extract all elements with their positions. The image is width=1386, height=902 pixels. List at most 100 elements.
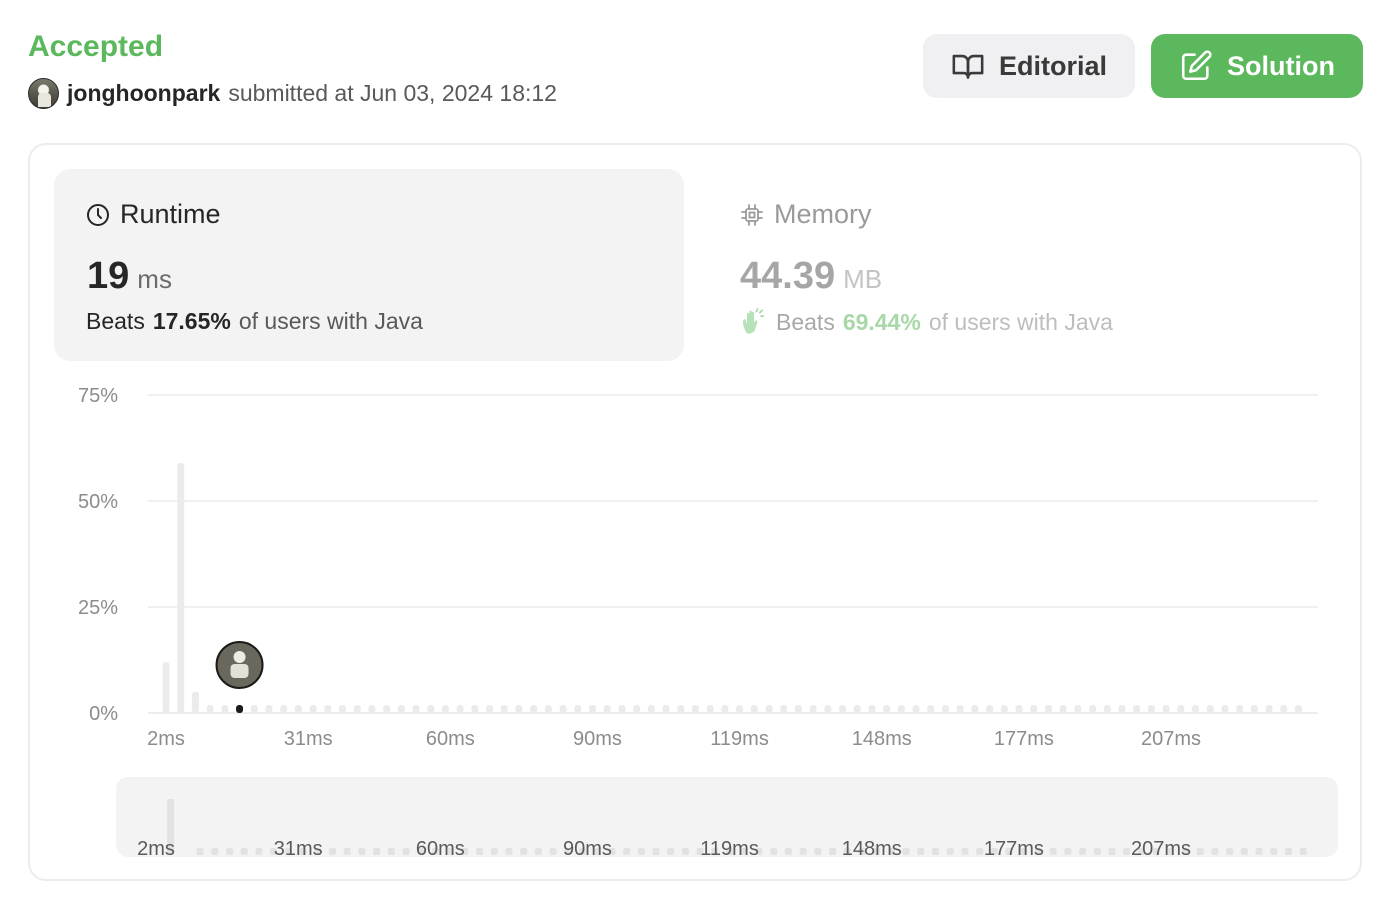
navigator-bar — [1211, 848, 1219, 855]
x-tick-label: 177ms — [994, 728, 1054, 750]
histogram-bar — [1206, 705, 1214, 713]
navigator-bar — [476, 848, 484, 855]
histogram-bar — [589, 705, 597, 713]
navigator-bar — [652, 848, 660, 855]
navigator-bar — [623, 848, 631, 855]
histogram-bar — [721, 705, 729, 713]
navigator-bar — [1093, 848, 1101, 855]
navigator-bar — [1108, 848, 1116, 855]
histogram-bar — [824, 705, 832, 713]
y-tick-label: 50% — [78, 491, 118, 513]
navigator-bar — [402, 848, 410, 855]
histogram-bar — [971, 705, 979, 713]
histogram-bar — [912, 705, 920, 713]
highlight-bar — [236, 705, 244, 713]
navigator-bar — [343, 848, 351, 855]
histogram-bar — [927, 705, 935, 713]
navigator-bar — [196, 848, 204, 855]
histogram-bar — [1044, 705, 1052, 713]
navigator-tick-label: 177ms — [984, 838, 1044, 860]
results-card: Runtime 19 ms Beats 17.65% of users with… — [28, 143, 1362, 881]
submitted-time: submitted at Jun 03, 2024 18:12 — [228, 80, 557, 106]
histogram-bar — [1250, 705, 1258, 713]
navigator-bar — [976, 848, 984, 855]
x-tick-label: 2ms — [147, 728, 185, 750]
histogram-bar — [1000, 705, 1008, 713]
histogram-bar — [1030, 705, 1038, 713]
histogram-bar — [618, 705, 626, 713]
navigator-bar — [255, 848, 263, 855]
histogram-bar — [780, 705, 788, 713]
histogram-bar — [1103, 705, 1111, 713]
histogram-bar — [412, 705, 420, 713]
histogram-bar — [515, 705, 523, 713]
histogram-bar — [839, 705, 847, 713]
navigator-bar — [784, 848, 792, 855]
navigator-bar — [1064, 848, 1072, 855]
solution-button[interactable]: Solution — [1151, 34, 1363, 98]
avatar[interactable] — [28, 78, 59, 109]
histogram-bar — [559, 705, 567, 713]
histogram-bar — [765, 705, 773, 713]
navigator-bar — [667, 848, 675, 855]
histogram-bar — [736, 705, 744, 713]
histogram-bar — [280, 705, 288, 713]
navigator-bar — [490, 848, 498, 855]
histogram-bar — [853, 705, 861, 713]
histogram-bar — [294, 705, 302, 713]
navigator-bar — [829, 848, 837, 855]
navigator-tick-label: 2ms — [137, 838, 175, 860]
histogram-bar — [1236, 705, 1244, 713]
histogram-bar — [941, 705, 949, 713]
editorial-label: Editorial — [998, 50, 1107, 81]
histogram-bar — [677, 705, 685, 713]
navigator-bar — [1240, 848, 1248, 855]
navigator-bar — [814, 848, 822, 855]
histogram-bar — [324, 705, 332, 713]
histogram-bar — [500, 705, 508, 713]
histogram-bar — [1192, 705, 1200, 713]
histogram-bar — [1089, 705, 1097, 713]
histogram-bar — [986, 705, 994, 713]
navigator-bar — [1049, 848, 1057, 855]
runtime-distribution-chart[interactable]: 75% 50% 25% 0% 2ms 31ms 60ms 90ms 119ms 148ms 177m… — [30, 145, 1360, 879]
histogram-bar — [1133, 705, 1141, 713]
editorial-button[interactable]: Editorial — [923, 34, 1135, 98]
histogram-bar — [633, 705, 641, 713]
histogram-bar — [603, 705, 611, 713]
navigator-bar — [946, 848, 954, 855]
x-tick-label: 31ms — [284, 728, 333, 750]
histogram-bar — [1177, 705, 1185, 713]
histogram-bar — [1059, 705, 1067, 713]
histogram-bar — [809, 705, 817, 713]
histogram-bar — [574, 705, 582, 713]
navigator-bar — [1270, 848, 1278, 855]
navigator-bar — [637, 848, 645, 855]
histogram-bar — [162, 662, 170, 713]
navigator-bar — [549, 848, 557, 855]
navigator-tick-label: 148ms — [842, 838, 902, 860]
edit-icon — [1181, 50, 1212, 81]
navigator-tick-label: 119ms — [700, 838, 759, 860]
x-tick-label: 119ms — [710, 728, 769, 750]
navigator-bar — [226, 848, 234, 855]
navigator-bar — [1226, 848, 1234, 855]
navigator-bar — [534, 848, 542, 855]
navigator-bar — [961, 848, 969, 855]
histogram-bar — [486, 705, 494, 713]
navigator-tick-label: 60ms — [416, 838, 465, 860]
histogram-bar — [647, 705, 655, 713]
histogram-bar — [383, 705, 391, 713]
username-link[interactable]: jonghoonpark — [67, 80, 220, 107]
histogram-bar — [1074, 705, 1082, 713]
navigator-bar — [902, 848, 910, 855]
book-open-icon — [952, 54, 984, 79]
histogram-bar — [544, 705, 552, 713]
submission-header: Accepted jonghoonpark submitted at Jun 0… — [28, 28, 1364, 118]
navigator-bar — [240, 848, 248, 855]
navigator-bar — [505, 848, 513, 855]
navigator-tick-label: 207ms — [1131, 838, 1191, 860]
histogram-bar — [1265, 705, 1273, 713]
user-position-avatar[interactable] — [215, 641, 264, 689]
histogram-bar — [662, 705, 670, 713]
